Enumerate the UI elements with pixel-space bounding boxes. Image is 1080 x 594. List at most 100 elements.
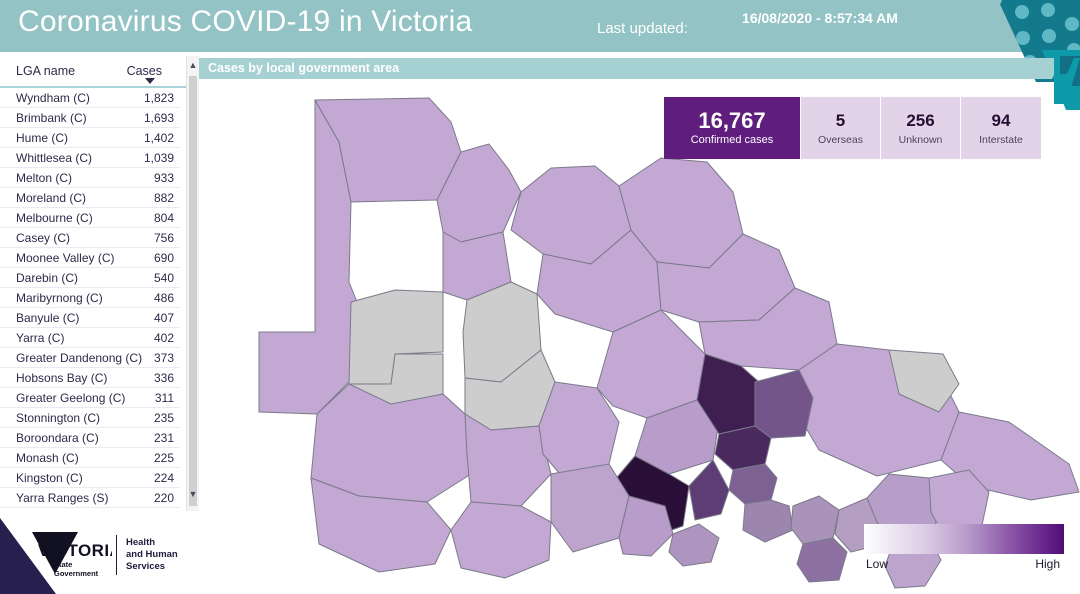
stat-card-interstate[interactable]: 94 Interstate — [961, 97, 1041, 159]
table-row[interactable]: Monash (C) 225 — [0, 448, 180, 468]
chevron-up-icon[interactable]: ▲ — [187, 58, 199, 72]
table-row[interactable]: Darebin (C) 540 — [0, 268, 180, 288]
table-row[interactable]: Melton (C) 933 — [0, 168, 180, 188]
stat-value: 256 — [906, 110, 935, 130]
table-row[interactable]: Casey (C) 756 — [0, 228, 180, 248]
cases-cell: 407 — [153, 311, 174, 325]
cases-cell: 804 — [153, 211, 174, 225]
cases-cell: 756 — [153, 231, 174, 245]
legend-high-label: High — [1035, 557, 1060, 571]
table-row[interactable]: Kingston (C) 224 — [0, 468, 180, 488]
department-line-2: and Human — [126, 549, 178, 560]
legend-gradient-bar — [864, 524, 1064, 554]
lga-name-cell: Moonee Valley (C) — [16, 251, 115, 265]
legend-labels: Low High — [864, 557, 1064, 573]
logo-sub-state: State — [54, 560, 72, 569]
stat-label: Overseas — [818, 133, 863, 146]
last-updated-label: Last updated: — [597, 20, 688, 37]
lga-name-cell: Yarra Ranges (S) — [16, 491, 109, 505]
lga-name-cell: Hobsons Bay (C) — [16, 371, 108, 385]
page-title: Coronavirus COVID-19 in Victoria — [18, 5, 473, 38]
department-name: Health and Human Services — [126, 537, 178, 573]
cases-cell: 1,039 — [143, 151, 174, 165]
lga-name-cell: Casey (C) — [16, 231, 71, 245]
table-row[interactable]: Hume (C) 1,402 — [0, 128, 180, 148]
table-row[interactable]: Stonnington (C) 235 — [0, 408, 180, 428]
lga-name-cell: Maribyrnong (C) — [16, 291, 103, 305]
table-scrollbar[interactable]: ▲ ▼ — [186, 56, 199, 511]
svg-text:VICTORIA: VICTORIA — [38, 541, 112, 560]
lga-name-cell: Wyndham (C) — [16, 91, 90, 105]
cases-cell: 235 — [153, 411, 174, 425]
stat-value: 16,767 — [698, 107, 766, 133]
summary-stats: 16,767 Confirmed cases 5 Overseas 256 Un… — [664, 97, 1041, 159]
table-row[interactable]: Maribyrnong (C) 486 — [0, 288, 180, 308]
chevron-down-icon[interactable]: ▼ — [187, 487, 199, 501]
stat-label: Unknown — [898, 133, 943, 146]
lga-name-cell: Greater Geelong (C) — [16, 391, 126, 405]
map-title: Cases by local government area — [208, 61, 400, 75]
lga-name-cell: Brimbank (C) — [16, 111, 87, 125]
lga-name-cell: Boroondara (C) — [16, 431, 99, 445]
table-row[interactable]: Whittlesea (C) 1,039 — [0, 148, 180, 168]
caret-down-icon[interactable] — [145, 78, 155, 84]
lga-name-cell: Darebin (C) — [16, 271, 79, 285]
column-header-cases[interactable]: Cases — [127, 64, 162, 78]
stat-value: 5 — [835, 110, 846, 130]
cases-cell: 540 — [153, 271, 174, 285]
stat-card-overseas[interactable]: 5 Overseas — [801, 97, 881, 159]
table-row[interactable]: Hobsons Bay (C) 336 — [0, 368, 180, 388]
cases-cell: 1,402 — [143, 131, 174, 145]
cases-cell: 1,823 — [143, 91, 174, 105]
column-header-lga-name[interactable]: LGA name — [16, 64, 75, 78]
table-header-row: LGA name Cases — [0, 56, 196, 88]
lga-name-cell: Melbourne (C) — [16, 211, 93, 225]
lga-name-cell: Banyule (C) — [16, 311, 80, 325]
stat-label: Confirmed cases — [690, 133, 774, 146]
table-body: Wyndham (C) 1,823 Brimbank (C) 1,693 Hume (C… — [0, 88, 180, 508]
table-row[interactable]: Greater Dandenong (C) 373 — [0, 348, 180, 368]
cases-cell: 402 — [153, 331, 174, 345]
lga-name-cell: Yarra (C) — [16, 331, 65, 345]
table-row[interactable]: Wyndham (C) 1,823 — [0, 88, 180, 108]
lga-name-cell: Whittlesea (C) — [16, 151, 93, 165]
map-legend: Low High — [864, 524, 1064, 573]
cases-cell: 1,693 — [143, 111, 174, 125]
lga-table[interactable]: LGA name Cases Wyndham (C) 1,823 Brimbank … — [0, 56, 196, 511]
cases-cell: 231 — [153, 431, 174, 445]
cases-cell: 336 — [153, 371, 174, 385]
lga-name-cell: Moreland (C) — [16, 191, 87, 205]
lga-name-cell: Monash (C) — [16, 451, 79, 465]
logo-mark: VICTORIA State Government — [24, 526, 122, 584]
map-title-wedge — [1040, 58, 1080, 104]
scrollbar-thumb[interactable] — [189, 76, 197, 506]
logo-sub-government: Government — [54, 569, 99, 578]
table-row[interactable]: Melbourne (C) 804 — [0, 208, 180, 228]
cases-cell: 220 — [153, 491, 174, 505]
table-row[interactable]: Boroondara (C) 231 — [0, 428, 180, 448]
logo-divider — [116, 535, 117, 575]
table-row[interactable]: Greater Geelong (C) 311 — [0, 388, 180, 408]
table-row[interactable]: Brimbank (C) 1,693 — [0, 108, 180, 128]
cases-cell: 225 — [153, 451, 174, 465]
lga-name-cell: Melton (C) — [16, 171, 73, 185]
lga-name-cell: Kingston (C) — [16, 471, 83, 485]
table-row[interactable]: Moonee Valley (C) 690 — [0, 248, 180, 268]
table-row[interactable]: Moreland (C) 882 — [0, 188, 180, 208]
cases-cell: 311 — [154, 391, 174, 405]
stat-card-unknown[interactable]: 256 Unknown — [881, 97, 961, 159]
legend-low-label: Low — [866, 557, 889, 571]
cases-cell: 882 — [153, 191, 174, 205]
lga-name-cell: Greater Dandenong (C) — [16, 351, 143, 365]
dashboard-root: Coronavirus COVID-19 in Victoria Last up… — [0, 0, 1080, 594]
department-line-3: Services — [126, 561, 166, 572]
stat-card-confirmed-cases[interactable]: 16,767 Confirmed cases — [664, 97, 801, 159]
table-row[interactable]: Banyule (C) 407 — [0, 308, 180, 328]
table-row[interactable]: Yarra (C) 402 — [0, 328, 180, 348]
cases-cell: 690 — [153, 251, 174, 265]
lga-name-cell: Stonnington (C) — [16, 411, 101, 425]
cases-cell: 373 — [153, 351, 174, 365]
stat-value: 94 — [991, 110, 1011, 130]
stat-label: Interstate — [979, 133, 1023, 146]
last-updated-value: 16/08/2020 - 8:57:34 AM — [742, 10, 898, 26]
